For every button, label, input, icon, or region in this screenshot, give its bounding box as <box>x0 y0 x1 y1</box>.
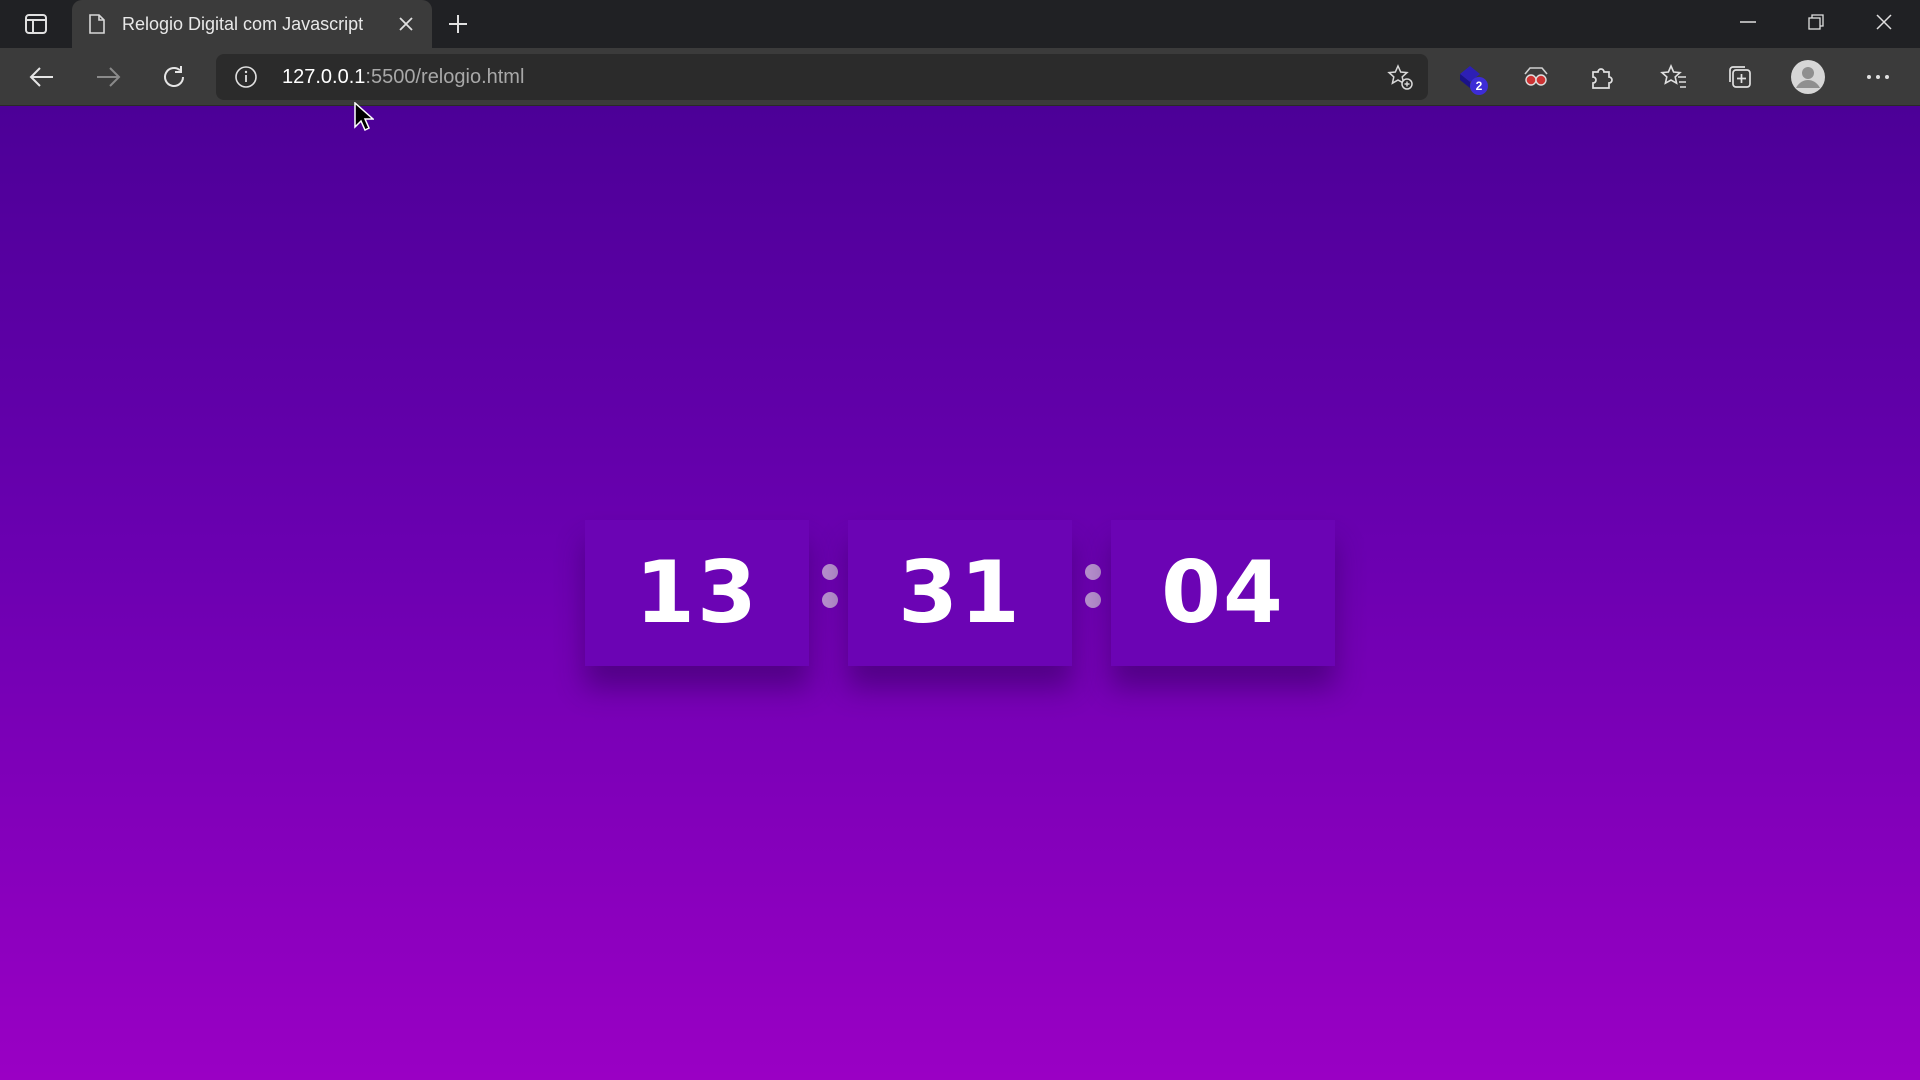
digital-clock: 13 31 04 <box>585 520 1335 666</box>
url-host: 127.0.0.1 <box>282 66 366 88</box>
new-tab-button[interactable] <box>440 6 476 42</box>
url-path: :5500/relogio.html <box>365 66 525 88</box>
browser-toolbar: 127.0.0.1:5500/relogio.html 2 <box>0 48 1920 106</box>
tab-title: Relogio Digital com Javascript <box>122 13 364 34</box>
more-button[interactable] <box>1858 57 1898 97</box>
forward-icon <box>97 67 121 87</box>
separator-dot <box>1085 592 1101 608</box>
add-favorite-button[interactable] <box>1384 61 1416 93</box>
forward-button[interactable] <box>88 57 128 97</box>
active-tab[interactable]: Relogio Digital com Javascript <box>72 0 432 48</box>
extension-button[interactable]: 2 <box>1450 57 1490 97</box>
favorites-icon <box>1660 64 1686 88</box>
back-icon <box>29 67 53 87</box>
tab-actions-button[interactable] <box>16 8 56 40</box>
profile-button[interactable] <box>1788 57 1828 97</box>
hours-display: 13 <box>585 520 809 666</box>
minimize-button[interactable] <box>1714 0 1782 44</box>
reader-extension-icon <box>1524 67 1548 86</box>
back-button[interactable] <box>22 57 62 97</box>
separator-dot <box>822 564 838 580</box>
separator-dot <box>1085 564 1101 580</box>
mouse-cursor-icon <box>354 102 374 132</box>
profile-icon <box>1791 60 1825 94</box>
hours-minutes-separator <box>822 564 838 624</box>
address-bar[interactable]: 127.0.0.1:5500/relogio.html <box>216 54 1428 100</box>
tab-strip: Relogio Digital com Javascript <box>0 0 1920 48</box>
minutes-display: 31 <box>848 520 1072 666</box>
separator-dot <box>822 592 838 608</box>
window-close-button[interactable] <box>1850 0 1918 44</box>
close-icon <box>399 17 413 31</box>
minimize-icon <box>1740 21 1756 23</box>
plus-icon <box>449 15 467 33</box>
extensions-button[interactable] <box>1582 57 1622 97</box>
extension-badge: 2 <box>1470 77 1488 95</box>
tab-actions-icon <box>25 14 47 34</box>
minutes-seconds-separator <box>1085 564 1101 624</box>
window-close-icon <box>1876 14 1892 30</box>
refresh-button[interactable] <box>154 57 194 97</box>
page-icon <box>86 13 108 35</box>
extensions-puzzle-icon <box>1592 68 1613 89</box>
restore-icon <box>1808 14 1824 30</box>
reader-extension-button[interactable] <box>1516 57 1556 97</box>
restore-button[interactable] <box>1782 0 1850 44</box>
favorites-button[interactable] <box>1654 57 1694 97</box>
page-viewport: 13 31 04 <box>0 106 1920 1080</box>
refresh-icon <box>164 66 184 87</box>
url-text[interactable]: 127.0.0.1:5500/relogio.html <box>282 66 524 89</box>
collections-button[interactable] <box>1720 57 1760 97</box>
more-icon <box>1867 75 1889 79</box>
tab-close-button[interactable] <box>394 12 418 36</box>
seconds-display: 04 <box>1111 520 1335 666</box>
collections-icon <box>1729 66 1751 88</box>
add-favorite-icon <box>1387 64 1413 90</box>
site-info-icon[interactable] <box>234 65 258 89</box>
